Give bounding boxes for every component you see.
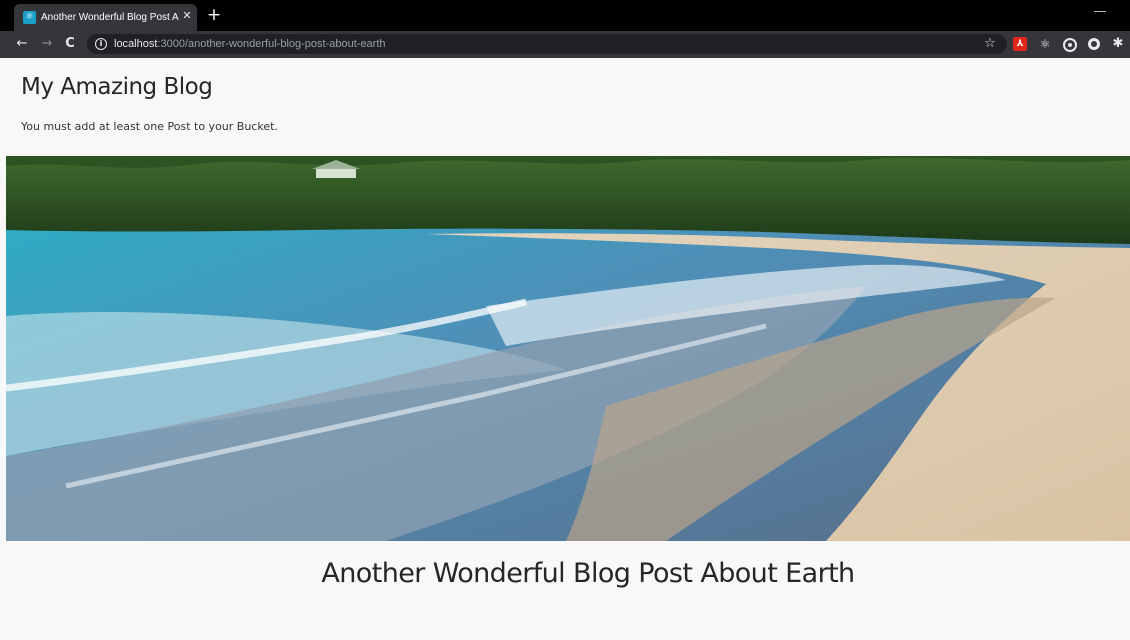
info-icon[interactable]: i	[95, 38, 107, 50]
tab-strip: ⚛ Another Wonderful Blog Post Ab ✕ + —	[0, 0, 1130, 31]
dot-extension-icon[interactable]	[1088, 38, 1100, 50]
page-content: My Amazing Blog You must add at least on…	[0, 58, 1130, 640]
tab-active[interactable]: ⚛ Another Wonderful Blog Post Ab ✕	[14, 4, 197, 31]
url-host: localhost	[114, 38, 158, 50]
minimize-icon[interactable]: —	[1092, 4, 1108, 20]
browser-window: ⚛ Another Wonderful Blog Post Ab ✕ + — ←…	[0, 0, 1130, 640]
bucket-notice: You must add at least one Post to your B…	[21, 120, 278, 133]
address-bar[interactable]: i localhost:3000/another-wonderful-blog-…	[87, 34, 1007, 54]
puzzle-extension-icon[interactable]: ✱	[1110, 36, 1126, 52]
forward-icon[interactable]: →	[39, 36, 55, 52]
url-path: :3000/another-wonderful-blog-post-about-…	[157, 38, 386, 50]
star-icon[interactable]: ☆	[982, 35, 998, 53]
hero-image-beach	[6, 156, 1130, 541]
react-devtools-icon[interactable]: ⚛	[1037, 36, 1053, 52]
favicon-icon: ⚛	[23, 11, 36, 24]
tab-title: Another Wonderful Blog Post Ab	[41, 12, 179, 23]
url-text[interactable]: localhost:3000/another-wonderful-blog-po…	[114, 38, 386, 50]
reload-icon[interactable]: C	[62, 36, 78, 52]
browser-toolbar: ← → C i localhost:3000/another-wonderful…	[0, 31, 1130, 58]
circle-extension-icon[interactable]	[1063, 38, 1077, 52]
new-tab-button[interactable]: +	[205, 6, 223, 24]
site-title[interactable]: My Amazing Blog	[21, 74, 213, 100]
post-title: Another Wonderful Blog Post About Earth	[321, 558, 855, 589]
pdf-extension-icon[interactable]: ⅄	[1013, 37, 1027, 51]
close-tab-icon[interactable]: ✕	[180, 9, 194, 23]
back-icon[interactable]: ←	[14, 36, 30, 52]
